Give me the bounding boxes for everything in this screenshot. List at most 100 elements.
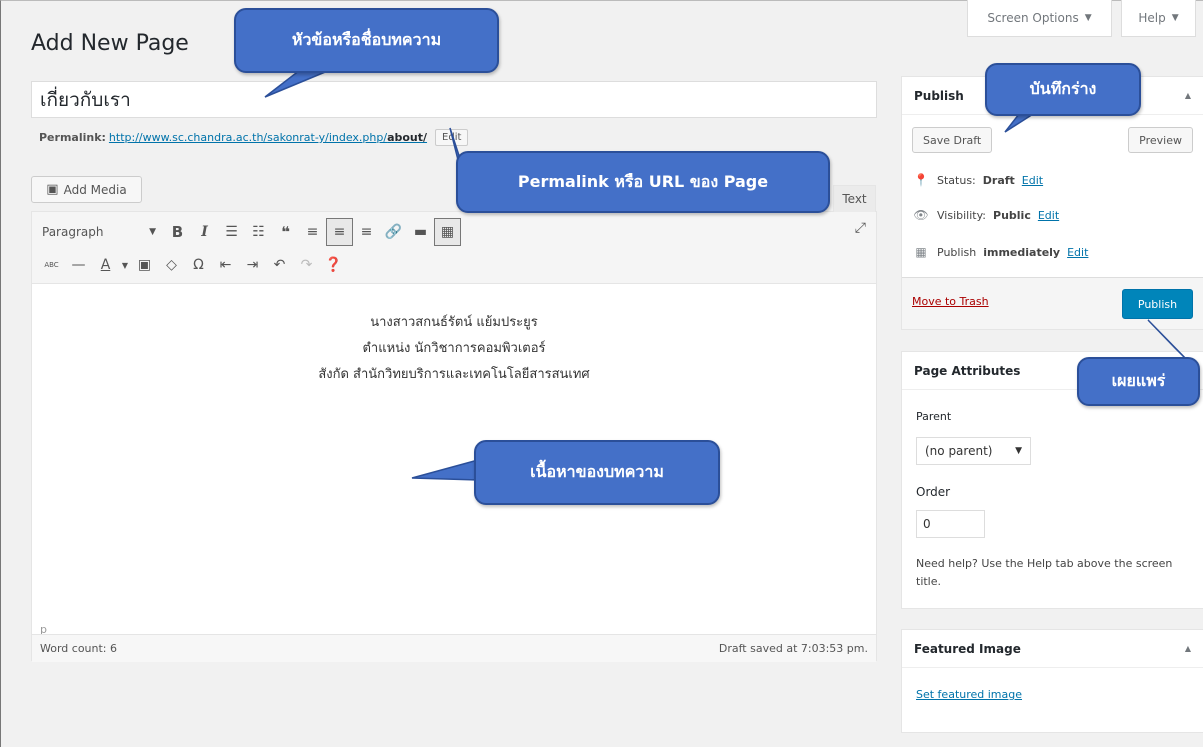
permalink-base: http://www.sc.chandra.ac.th/sakonrat-y/i… (108, 131, 388, 144)
screen-options-button[interactable]: Screen Options ▼ (967, 0, 1112, 37)
featured-image-title: Featured Image (914, 641, 1021, 656)
blockquote-icon[interactable]: ❝ (272, 218, 299, 246)
callout-content: เนื้อหาของบทความ (474, 440, 720, 505)
permalink-slug: about/ (387, 131, 428, 144)
preview-button[interactable]: Preview (1128, 127, 1193, 153)
draft-saved-status: Draft saved at 7:03:53 pm. (718, 642, 868, 655)
editor-toolbar: Paragraph ▼ B I ☰ ☷ ❝ ≡ ≡ ≡ 🔗 ▬ ▦ ABC — … (32, 212, 876, 284)
toolbar-toggle-icon[interactable]: ▦ (434, 218, 461, 246)
paste-text-icon[interactable]: ▣ (131, 251, 158, 279)
status-row: 📍 Status: Draft Edit (912, 173, 1044, 187)
parent-select-value: (no parent) (925, 444, 993, 458)
content-editor: Text Paragraph ▼ B I ☰ ☷ ❝ ≡ ≡ ≡ 🔗 ▬ ▦ A… (31, 185, 877, 662)
align-center-icon[interactable]: ≡ (326, 218, 353, 246)
editor-status-bar: Word count: 6 Draft saved at 7:03:53 pm. (32, 634, 876, 662)
media-icon: ▣ (46, 182, 59, 197)
featured-image-box: Featured Image ▲ Set featured image (901, 629, 1203, 733)
indent-icon[interactable]: ⇥ (239, 251, 266, 279)
bullet-list-icon[interactable]: ☰ (218, 218, 245, 246)
callout-permalink-text: Permalink หรือ URL ของ Page (517, 171, 769, 191)
tab-text[interactable]: Text (833, 185, 876, 212)
callout-save-draft-text: บันทึกร่าง (1029, 79, 1097, 98)
callout-publish-text: เผยแพร่ (1111, 371, 1166, 390)
schedule-label: Publish (937, 245, 977, 259)
help-button[interactable]: Help ▼ (1121, 0, 1196, 37)
permalink-edit-button[interactable]: Edit (435, 129, 469, 146)
clear-format-icon[interactable]: ◇ (158, 251, 185, 279)
schedule-edit-link[interactable]: Edit (1067, 246, 1088, 259)
callout-title: หัวข้อหรือชื่อบทความ (234, 8, 499, 73)
content-line: ตำแหน่ง นักวิชาการคอมพิวเตอร์ (362, 341, 546, 356)
collapse-arrow-icon[interactable]: ▲ (1185, 644, 1191, 653)
screen-options-label: Screen Options (987, 11, 1079, 25)
toolbar-row-1: Paragraph ▼ B I ☰ ☷ ❝ ≡ ≡ ≡ 🔗 ▬ ▦ (38, 218, 461, 246)
redo-icon[interactable]: ↷ (293, 251, 320, 279)
calendar-icon: ▦ (915, 245, 927, 259)
page-title: Add New Page (31, 31, 189, 56)
help-icon[interactable]: ❓ (320, 251, 347, 279)
visibility-edit-link[interactable]: Edit (1038, 209, 1059, 222)
order-input[interactable]: 0 (916, 510, 985, 538)
permalink-link[interactable]: http://www.sc.chandra.ac.th/sakonrat-y/i… (109, 131, 427, 144)
post-title-value: เกี่ยวกับเรา (40, 88, 131, 111)
read-more-icon[interactable]: ▬ (407, 218, 434, 246)
undo-icon[interactable]: ↶ (266, 251, 293, 279)
pin-icon: 📍 (913, 173, 929, 187)
page-attributes-title: Page Attributes (914, 363, 1021, 378)
toolbar-row-2: ABC — A ▼ ▣ ◇ Ω ⇤ ⇥ ↶ ↷ ❓ (38, 251, 347, 279)
add-media-button[interactable]: ▣ Add Media (31, 176, 142, 203)
publish-footer: Move to Trash Publish (902, 277, 1203, 329)
status-edit-link[interactable]: Edit (1022, 174, 1043, 187)
status-value: Draft (982, 173, 1015, 187)
parent-label: Parent (916, 410, 952, 423)
content-line: นางสาวสกนธ์รัตน์ แย้มประยูร (370, 315, 538, 330)
caret-down-icon: ▼ (1084, 13, 1092, 23)
eye-icon: 👁 (913, 208, 929, 222)
order-value: 0 (923, 517, 931, 531)
numbered-list-icon[interactable]: ☷ (245, 218, 272, 246)
callout-permalink: Permalink หรือ URL ของ Page (456, 151, 830, 213)
editor-content[interactable]: นางสาวสกนธ์รัตน์ แย้มประยูร ตำแหน่ง นักว… (32, 284, 876, 614)
publish-button[interactable]: Publish (1122, 289, 1193, 319)
align-right-icon[interactable]: ≡ (353, 218, 380, 246)
fullscreen-icon[interactable]: ⤢ (855, 220, 866, 236)
special-char-icon[interactable]: Ω (185, 251, 212, 279)
set-featured-image-link[interactable]: Set featured image (916, 688, 1022, 701)
outdent-icon[interactable]: ⇤ (212, 251, 239, 279)
caret-down-icon[interactable]: ▼ (119, 251, 131, 279)
bold-icon[interactable]: B (164, 218, 191, 246)
italic-icon[interactable]: I (191, 218, 218, 246)
permalink-row: Permalink: http://www.sc.chandra.ac.th/s… (39, 129, 469, 146)
attributes-help-text: Need help? Use the Help tab above the sc… (916, 557, 1173, 588)
align-left-icon[interactable]: ≡ (299, 218, 326, 246)
move-to-trash-link[interactable]: Move to Trash (912, 295, 989, 308)
callout-save-draft: บันทึกร่าง (985, 63, 1141, 116)
publish-actions: Save Draft Preview (912, 127, 1193, 153)
visibility-value: Public (993, 208, 1031, 222)
link-icon[interactable]: 🔗 (380, 218, 407, 246)
content-line: สังกัด สำนักวิทยบริการและเทคโนโลยีสารสนเ… (318, 367, 590, 382)
permalink-label: Permalink: (39, 131, 106, 144)
visibility-row: 👁 Visibility: Public Edit (912, 208, 1059, 222)
schedule-value: immediately (983, 245, 1061, 259)
callout-title-text: หัวข้อหรือชื่อบทความ (291, 30, 442, 49)
caret-down-icon: ▼ (149, 227, 156, 237)
parent-select[interactable]: (no parent) ▼ (916, 437, 1031, 465)
strikethrough-icon[interactable]: ABC (38, 251, 65, 279)
caret-down-icon: ▼ (1171, 13, 1179, 23)
post-title-input[interactable]: เกี่ยวกับเรา (31, 81, 877, 118)
callout-publish: เผยแพร่ (1077, 357, 1200, 406)
visibility-label: Visibility: (937, 208, 987, 222)
save-draft-button[interactable]: Save Draft (912, 127, 993, 153)
order-label: Order (916, 485, 951, 499)
format-select[interactable]: Paragraph ▼ (38, 218, 164, 246)
collapse-arrow-icon[interactable]: ▲ (1185, 91, 1191, 100)
word-count: Word count: 6 (40, 642, 118, 655)
callout-content-text: เนื้อหาของบทความ (530, 462, 664, 481)
horizontal-line-icon[interactable]: — (65, 251, 92, 279)
caret-down-icon: ▼ (1015, 446, 1022, 456)
featured-image-header[interactable]: Featured Image ▲ (902, 630, 1203, 668)
publish-box-title: Publish (914, 88, 964, 103)
text-color-icon[interactable]: A (92, 251, 119, 279)
help-label: Help (1138, 11, 1166, 25)
